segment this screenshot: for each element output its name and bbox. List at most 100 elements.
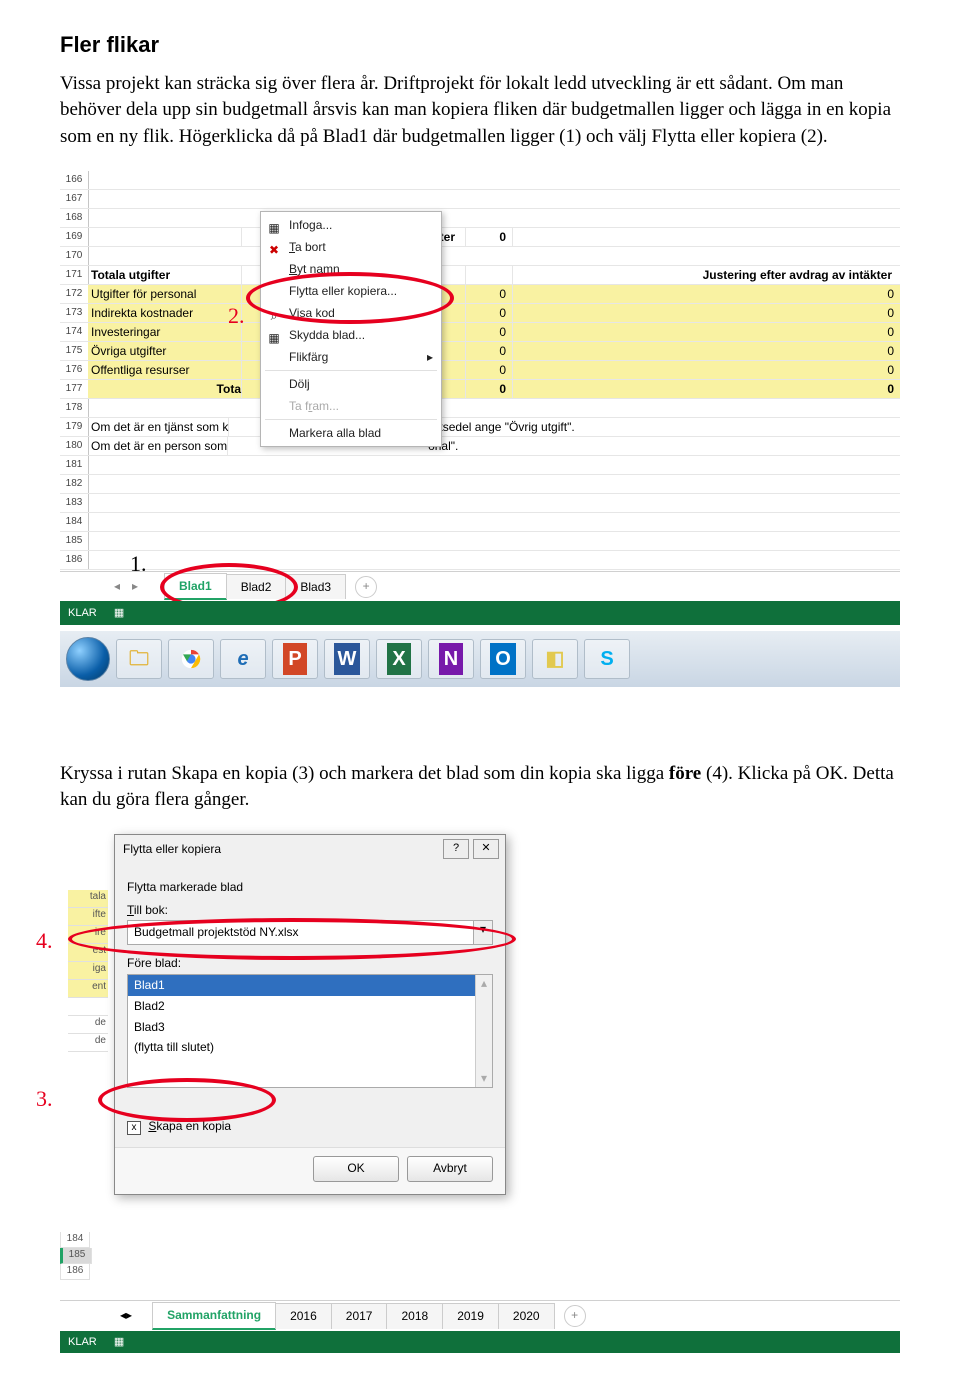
- status-bar: KLAR ▦: [60, 601, 900, 625]
- sheet-tab-blad1[interactable]: Blad1: [164, 573, 227, 601]
- cell: 0: [864, 342, 900, 360]
- sheet-tab-strip-2: ◂ ▸ Sammanfattning 2016 2017 2018 2019 2…: [60, 1300, 900, 1331]
- rownum: 180: [60, 437, 88, 456]
- status-bar-2: KLAR ▦: [60, 1331, 900, 1353]
- ie-icon[interactable]: e: [220, 639, 266, 679]
- sheet-tab-2017[interactable]: 2017: [331, 1303, 388, 1329]
- cell: Övriga utgifter: [88, 342, 242, 360]
- workbook-dropdown[interactable]: Budgetmall projektstöd NY.xlsx ▾: [127, 920, 493, 945]
- ctx-unhide: Ta fram...: [261, 395, 441, 417]
- cell: Indirekta kostnader: [88, 304, 242, 322]
- rownum: 173: [60, 304, 88, 323]
- new-sheet-button[interactable]: +: [564, 1305, 586, 1327]
- rownum: 183: [60, 494, 88, 513]
- cancel-button[interactable]: Avbryt: [407, 1156, 493, 1182]
- sheet-tab-2018[interactable]: 2018: [386, 1303, 443, 1329]
- powerpoint-icon[interactable]: P: [272, 639, 318, 679]
- sticky-notes-icon[interactable]: ◧: [532, 639, 578, 679]
- list-item[interactable]: Blad2: [128, 996, 492, 1017]
- close-button[interactable]: ✕: [473, 839, 499, 859]
- ctx-move-copy[interactable]: Flytta eller kopiera...: [261, 280, 441, 302]
- cell: Justering efter avdrag av intäkter: [513, 266, 900, 284]
- rownum: 166: [60, 171, 88, 190]
- context-menu[interactable]: ▦Infoga... ✖Ta bort Byt namn Flytta elle…: [260, 211, 442, 447]
- row-headers: 166 167 168 169 170 171 172 173 174 175 …: [60, 171, 89, 570]
- dialog-title: Flytta eller kopiera: [123, 842, 221, 856]
- skype-icon[interactable]: S: [584, 639, 630, 679]
- ctx-rename[interactable]: Byt namn: [261, 258, 441, 280]
- taskbar: 🗀 e P W X N O ◧ S: [60, 631, 900, 687]
- sheet-tab-blad3[interactable]: Blad3: [285, 574, 346, 600]
- before-sheet-listbox[interactable]: Blad1 Blad2 Blad3 (flytta till slutet) ▴…: [127, 974, 493, 1088]
- sheet-tab-2020[interactable]: 2020: [498, 1303, 555, 1329]
- sheet-tab-blad2[interactable]: Blad2: [226, 574, 287, 600]
- ctx-insert[interactable]: ▦Infoga...: [261, 214, 441, 236]
- ctx-delete[interactable]: ✖Ta bort: [261, 236, 441, 258]
- rownum: 184: [60, 513, 88, 532]
- cell: Om det är en person som: [88, 437, 228, 455]
- annotation-2: 2.: [228, 301, 245, 332]
- tab-next-icon[interactable]: ▸: [128, 578, 142, 595]
- sheet-tab-summary[interactable]: Sammanfattning: [152, 1302, 276, 1330]
- list-item[interactable]: Blad3: [128, 1017, 492, 1038]
- annotation-3: 3.: [36, 1084, 53, 1115]
- sheet-tab-2016[interactable]: 2016: [275, 1303, 332, 1329]
- rownum: 168: [60, 209, 88, 228]
- cell: Om det är en tjänst som k: [88, 418, 229, 436]
- onenote-icon[interactable]: N: [428, 639, 474, 679]
- cell: Tota: [88, 380, 242, 398]
- rownum: 182: [60, 475, 88, 494]
- ctx-view-code[interactable]: ⌕Visa kod: [261, 302, 441, 324]
- explorer-icon[interactable]: 🗀: [116, 639, 162, 679]
- cell: 0: [864, 285, 900, 303]
- heading: Fler flikar: [60, 30, 900, 61]
- cell: 0: [466, 285, 513, 303]
- insert-icon: ▦: [266, 217, 282, 233]
- paragraph-1: Vissa projekt kan sträcka sig över flera…: [60, 71, 900, 151]
- create-copy-checkbox[interactable]: x: [127, 1121, 141, 1135]
- rownum: 186: [60, 551, 88, 570]
- rownum: 170: [60, 247, 88, 266]
- word-icon[interactable]: W: [324, 639, 370, 679]
- cell: 0: [864, 361, 900, 379]
- ctx-select-all[interactable]: Markera alla blad: [261, 422, 441, 444]
- screenshot-1: 166 167 168 169 170 171 172 173 174 175 …: [60, 171, 900, 731]
- paragraph-2: Kryssa i rutan Skapa en kopia (3) och ma…: [60, 761, 900, 814]
- label: Före blad:: [127, 955, 493, 972]
- scrollbar[interactable]: ▴▾: [475, 975, 492, 1087]
- list-item[interactable]: (flytta till slutet): [128, 1037, 492, 1058]
- cell: 0: [466, 323, 513, 341]
- ctx-protect[interactable]: ▦Skydda blad...: [261, 324, 441, 346]
- list-item[interactable]: Blad1: [128, 975, 492, 996]
- start-button[interactable]: [66, 637, 110, 681]
- chrome-icon[interactable]: [168, 639, 214, 679]
- ok-button[interactable]: OK: [313, 1156, 399, 1182]
- chevron-down-icon[interactable]: ▾: [473, 921, 492, 944]
- delete-icon: ✖: [266, 239, 282, 255]
- rownum: 175: [60, 342, 88, 361]
- checkbox-label: Skapa en kopia: [148, 1119, 231, 1133]
- rownum: 172: [60, 285, 88, 304]
- cell: Totala utgifter: [88, 266, 242, 284]
- cell: 0: [466, 304, 513, 322]
- help-button[interactable]: ?: [443, 839, 469, 859]
- rownum: 174: [60, 323, 88, 342]
- new-sheet-button[interactable]: +: [355, 576, 377, 598]
- create-copy-row[interactable]: x Skapa en kopia: [127, 1118, 493, 1135]
- outlook-icon[interactable]: O: [480, 639, 526, 679]
- macro-icon: ▦: [114, 607, 124, 619]
- annotation-1: 1.: [130, 549, 147, 580]
- label: Flytta markerade blad: [127, 879, 493, 896]
- rownum: 167: [60, 190, 88, 209]
- tab-next-icon[interactable]: ▸: [126, 1307, 132, 1324]
- cell: Offentliga resurser: [88, 361, 242, 379]
- ctx-hide[interactable]: Dölj: [261, 373, 441, 395]
- cell: 0: [864, 304, 900, 322]
- tab-prev-icon[interactable]: ◂: [110, 578, 124, 595]
- screenshot-2: 4. 3. tala ifte ire est iga ent de de Fl…: [68, 834, 588, 1214]
- excel-icon[interactable]: X: [376, 639, 422, 679]
- sheet-tab-2019[interactable]: 2019: [442, 1303, 499, 1329]
- ctx-tab-color[interactable]: Flikfärg▸: [261, 346, 441, 368]
- rownum: 178: [60, 399, 88, 418]
- cell: 0: [864, 323, 900, 341]
